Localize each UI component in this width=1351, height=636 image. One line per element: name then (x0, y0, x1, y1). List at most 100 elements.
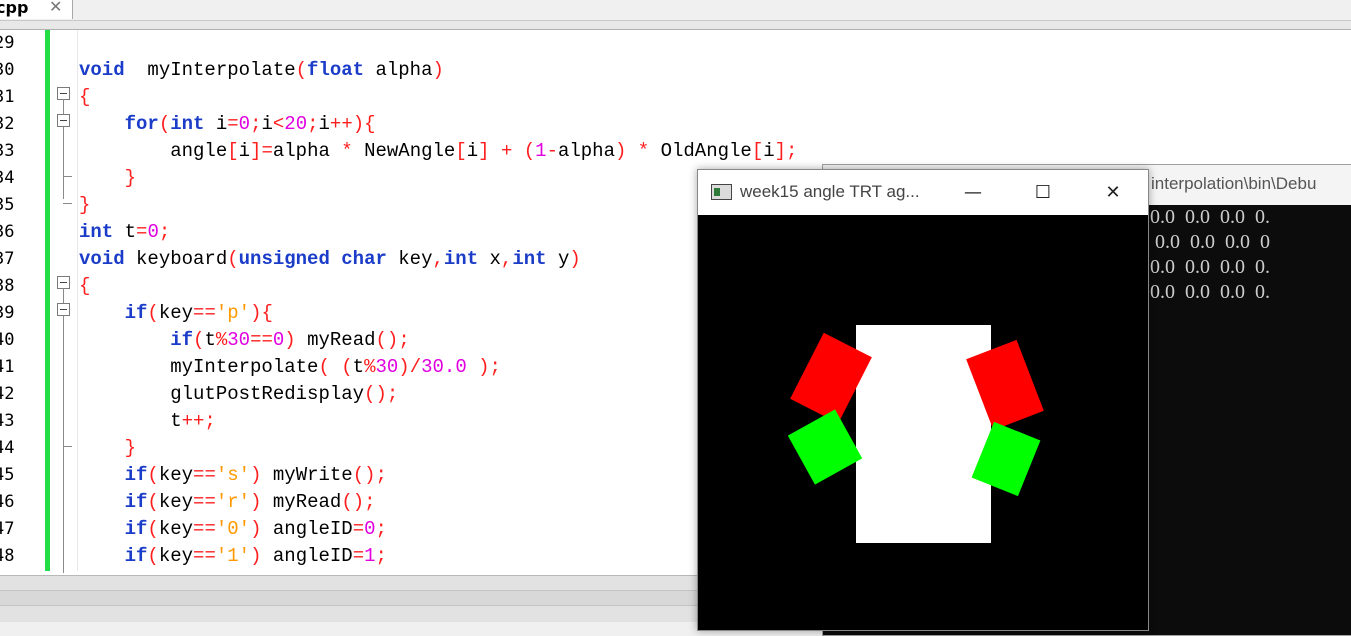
file-tab[interactable]: cpp ✕ (0, 0, 73, 19)
code-token: key (386, 248, 433, 270)
code-line[interactable]: if(key=='1') angleID=1; (79, 543, 387, 570)
code-line[interactable]: int t=0; (79, 219, 170, 246)
fold-toggle-icon[interactable] (57, 114, 70, 127)
line-number: 37 (0, 249, 15, 269)
code-token: ; (375, 518, 387, 540)
glut-scene (698, 215, 1148, 630)
line-number: 38 (0, 276, 15, 296)
fold-end-marker (63, 203, 72, 204)
code-line[interactable]: angle[i]=alpha * NewAngle[i] + (1-alpha)… (79, 138, 797, 165)
console-title: interpolation\bin\Debu (1151, 174, 1317, 193)
fold-end-marker (63, 176, 72, 177)
line-number: 43 (0, 411, 15, 431)
code-line[interactable]: for(int i=0;i<20;i++){ (79, 111, 376, 138)
line-number: 29 (0, 33, 15, 53)
close-button[interactable]: ✕ (1078, 170, 1148, 215)
code-token: i (238, 140, 251, 162)
code-line[interactable]: if(key=='s') myWrite(); (79, 462, 387, 489)
code-token: 0 (238, 113, 251, 135)
code-token: key (158, 464, 194, 486)
code-token: [ (751, 140, 764, 162)
code-line[interactable]: { (79, 273, 90, 300)
line-number: 36 (0, 222, 15, 242)
code-token: ( (147, 464, 159, 486)
fold-toggle-icon[interactable] (57, 303, 70, 316)
code-token: ) (250, 464, 262, 486)
code-token: ) (250, 518, 262, 540)
code-token: == (193, 491, 216, 513)
code-token: angleID (261, 545, 353, 567)
glut-canvas[interactable] (698, 215, 1148, 630)
code-token: void (79, 248, 125, 270)
code-token: ]= (250, 140, 273, 162)
console-line: 0.0 0.0 0.0 0. (1150, 281, 1270, 303)
code-line[interactable]: glutPostRedisplay(); (79, 381, 398, 408)
code-line[interactable]: t++; (79, 408, 216, 435)
code-token: int (170, 113, 205, 135)
code-token: ( (341, 356, 353, 378)
code-line[interactable]: void myInterpolate(float alpha) (79, 57, 444, 84)
code-line[interactable]: void keyboard(unsigned char key,int x,in… (79, 246, 581, 273)
code-token: ) (250, 491, 262, 513)
code-token: 30 (227, 329, 251, 351)
maximize-button[interactable]: ☐ (1008, 170, 1078, 215)
code-token: keyboard (124, 248, 228, 270)
code-token: 30 (375, 356, 399, 378)
code-line[interactable]: if(key=='r') myRead(); (79, 489, 376, 516)
code-token: 's' (215, 464, 251, 486)
fold-line (63, 288, 64, 573)
code-token: )/ (398, 356, 422, 378)
code-token: myRead (261, 491, 342, 513)
code-token: angle (79, 140, 228, 162)
code-token: 'p' (215, 302, 251, 324)
code-token: 1 (364, 545, 376, 567)
code-line[interactable]: } (79, 192, 90, 219)
code-token: + (500, 140, 513, 162)
code-token: key (158, 545, 194, 567)
code-token: == (250, 329, 273, 351)
tab-close-icon[interactable]: ✕ (49, 0, 62, 16)
minimize-button[interactable]: — (938, 170, 1008, 215)
code-token: - (546, 140, 558, 162)
code-line[interactable]: if(key=='0') angleID=0; (79, 516, 387, 543)
code-token: glutPostRedisplay (79, 383, 365, 405)
line-number: 48 (0, 546, 15, 566)
code-token: if (124, 545, 148, 567)
code-token: ( (147, 491, 159, 513)
glut-window[interactable]: week15 angle TRT ag... — ☐ ✕ (697, 169, 1149, 631)
code-line[interactable]: if(key=='p'){ (79, 300, 273, 327)
file-tab-label: cpp (0, 0, 29, 17)
code-line[interactable]: } (79, 435, 136, 462)
code-token: { (79, 275, 91, 297)
code-token: ( (158, 113, 171, 135)
code-token: alpha (364, 59, 433, 81)
code-token: 0 (364, 518, 376, 540)
line-number: 39 (0, 303, 15, 323)
code-token: ) (432, 59, 444, 81)
code-line[interactable]: myInterpolate( (t%30)/30.0 ); (79, 354, 501, 381)
line-number: 42 (0, 384, 15, 404)
glut-titlebar[interactable]: week15 angle TRT ag... — ☐ ✕ (698, 170, 1148, 215)
line-number: 45 (0, 465, 15, 485)
console-line: 0.0 0.0 0.0 0. (1150, 256, 1270, 278)
code-token: ( (147, 545, 159, 567)
line-number: 33 (0, 141, 15, 161)
code-line[interactable]: if(t%30==0) myRead(); (79, 327, 410, 354)
code-token: ( (318, 356, 330, 378)
code-line[interactable]: { (79, 84, 90, 111)
code-token: ++){ (329, 113, 376, 135)
code-token: ){ (250, 302, 273, 324)
code-token: ( (523, 140, 536, 162)
code-line[interactable]: } (79, 165, 136, 192)
code-token: int (443, 248, 479, 270)
code-token: '0' (215, 518, 251, 540)
line-number: 44 (0, 438, 15, 458)
code-token: ); (478, 356, 501, 378)
